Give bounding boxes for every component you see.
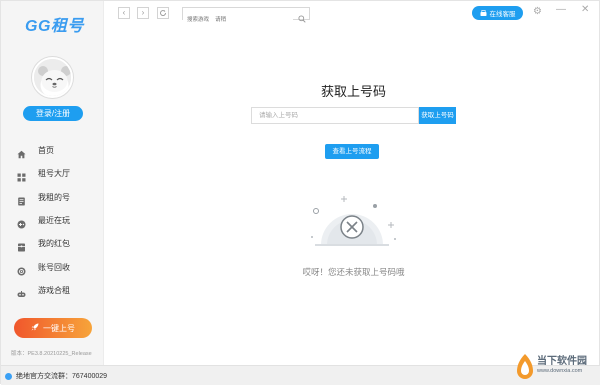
one-click-label: 一键上号 <box>43 323 75 333</box>
watermark-url: www.downxia.com <box>537 368 583 374</box>
code-input[interactable]: 请输入上号码 <box>251 107 419 124</box>
status-bar: 绝地官方交流群：767400029 <box>1 365 600 385</box>
panda-avatar-icon <box>34 59 71 96</box>
sidebar-item-label: 我租的号 <box>38 192 70 202</box>
empty-state-text: 哎呀！您还未获取上号码哦 <box>302 267 405 277</box>
app-logo: GG租号 <box>25 18 84 35</box>
wallet-icon <box>17 239 26 252</box>
sidebar-item-recent[interactable]: 最近在玩 <box>1 209 104 232</box>
minimize-icon: — <box>556 4 566 15</box>
sidebar-item-red-packets[interactable]: 我的红包 <box>1 232 104 255</box>
watermark-logo-icon <box>517 354 533 379</box>
headset-icon <box>480 9 486 16</box>
sidebar-nav: 首页 租号大厅 我租的号 最近在玩 我的红包 账号回收 游戏合租 <box>1 139 104 302</box>
chevron-right-icon: › <box>141 8 145 17</box>
qq-icon <box>5 372 12 380</box>
top-bar: ‹ › 在线客服 ⚙ — ✕ <box>105 1 599 27</box>
chevron-left-icon: ‹ <box>122 8 126 17</box>
sidebar-item-label: 首页 <box>38 146 54 156</box>
settings-button[interactable]: ⚙ <box>533 6 542 17</box>
app-window: GG租号 登录/注册 首页 租号大厅 我租的号 最近在玩 我的红包 账号回收 游… <box>0 0 600 385</box>
page-title: 获取上号码 <box>320 84 386 99</box>
home-icon <box>17 146 26 159</box>
view-flow-button[interactable]: 查看上号流程 <box>325 144 379 159</box>
watermark-title: 当下软件园 <box>537 356 587 367</box>
sidebar-item-my-rentals[interactable]: 我租的号 <box>1 186 104 209</box>
support-label: 在线客服 <box>489 11 516 18</box>
sidebar-item-label: 租号大厅 <box>38 169 70 179</box>
close-icon: ✕ <box>581 4 590 15</box>
grid-icon <box>17 169 26 182</box>
search-input[interactable] <box>183 14 293 26</box>
sidebar-item-group-rent[interactable]: 游戏合租 <box>1 279 104 302</box>
empty-state-illustration <box>307 193 397 253</box>
refresh-button[interactable] <box>157 7 169 19</box>
sidebar-item-rental-hall[interactable]: 租号大厅 <box>1 162 104 185</box>
search-box <box>182 7 310 26</box>
controller-icon <box>17 286 26 297</box>
close-button[interactable]: ✕ <box>581 4 589 15</box>
search-icon[interactable] <box>298 10 306 28</box>
minimize-button[interactable]: — <box>556 4 566 15</box>
sidebar-item-label: 我的红包 <box>38 239 70 249</box>
watermark: 当下软件园 www.downxia.com <box>513 349 600 385</box>
forward-button[interactable]: › <box>137 7 149 19</box>
qq-group-link[interactable]: 绝地官方交流群：767400029 <box>5 371 107 381</box>
back-button[interactable]: ‹ <box>118 7 130 19</box>
avatar[interactable] <box>32 57 73 98</box>
get-code-button[interactable]: 获取上号码 <box>419 107 456 124</box>
gear-icon: ⚙ <box>533 6 542 17</box>
version-label: 版本：PE3.8.20210225_Release <box>11 351 92 357</box>
online-support-button[interactable]: 在线客服 <box>472 6 523 20</box>
gamepad-icon <box>17 216 26 229</box>
qq-group-text: 绝地官方交流群：767400029 <box>16 373 108 380</box>
recycle-icon <box>17 263 26 276</box>
sidebar-item-label: 账号回收 <box>38 262 70 272</box>
sidebar: GG租号 登录/注册 首页 租号大厅 我租的号 最近在玩 我的红包 账号回收 游… <box>1 1 104 365</box>
sidebar-item-account-recycle[interactable]: 账号回收 <box>1 255 104 278</box>
one-click-login-button[interactable]: 一键上号 <box>14 318 92 338</box>
sidebar-item-label: 最近在玩 <box>38 216 70 226</box>
refresh-icon <box>160 10 166 16</box>
rocket-icon <box>31 323 39 333</box>
document-icon <box>17 193 26 206</box>
sidebar-item-home[interactable]: 首页 <box>1 139 104 162</box>
sidebar-item-label: 游戏合租 <box>38 285 70 295</box>
login-register-button[interactable]: 登录/注册 <box>23 106 83 121</box>
